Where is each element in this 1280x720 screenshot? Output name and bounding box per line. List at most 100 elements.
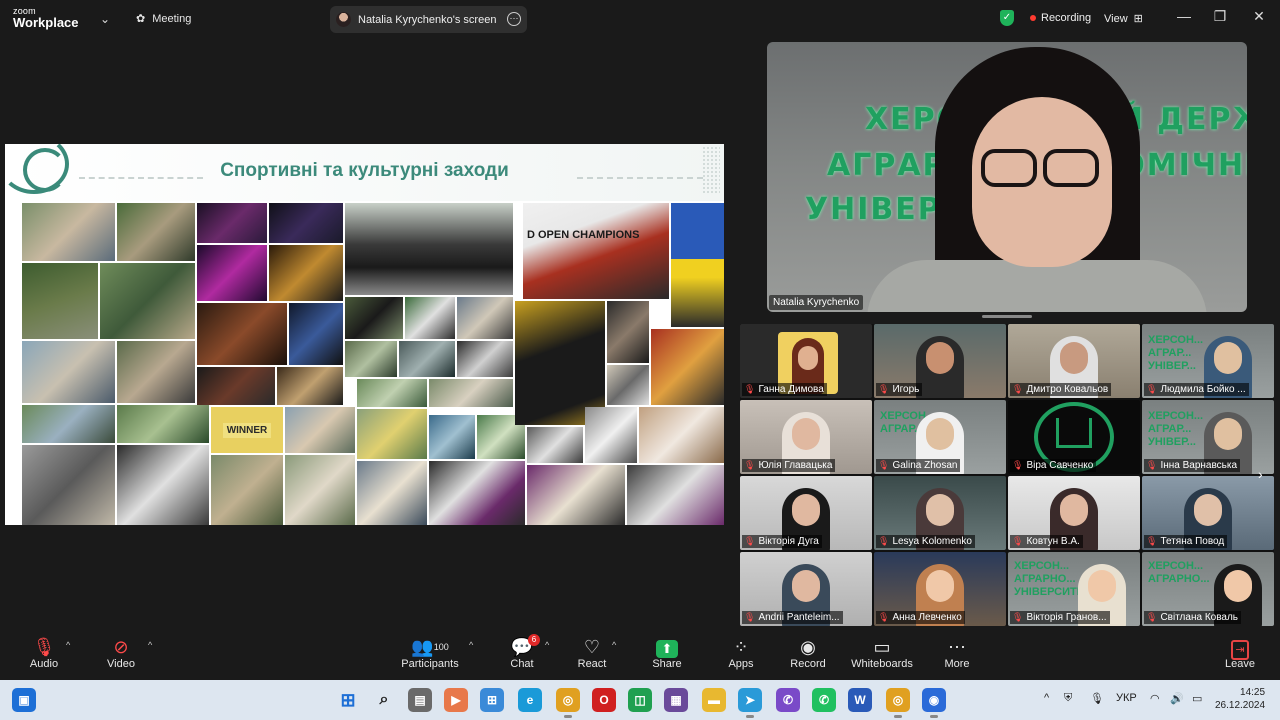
language-indicator[interactable]: УКР	[1116, 692, 1137, 704]
battery-icon[interactable]: ▭	[1192, 692, 1202, 705]
event-photo	[117, 203, 195, 261]
wifi-icon[interactable]: ◠	[1150, 692, 1160, 705]
mic-muted-icon: 🎙	[878, 612, 890, 622]
recording-indicator[interactable]: Recording	[1030, 12, 1091, 24]
show-hidden-icons-icon[interactable]: ^	[1044, 692, 1049, 704]
react-button[interactable]: ♡ React	[576, 636, 608, 670]
resize-handle[interactable]	[982, 315, 1032, 318]
mic-muted-icon: 🎙	[1012, 384, 1024, 394]
participant-tile[interactable]: 🎙 Дмитро Ковальов	[1008, 324, 1140, 398]
next-page-arrow-icon[interactable]: ›	[1258, 466, 1263, 482]
more-button[interactable]: ⋯ More	[942, 636, 972, 670]
edge-icon[interactable]: e	[518, 688, 542, 712]
chat-button[interactable]: 💬 6 Chat	[506, 634, 540, 670]
participant-tile[interactable]: ХЕРСОН... АГРАРНО... УНІВЕРСИТЕ... 🎙 Віктор…	[1008, 552, 1140, 626]
save-app-icon[interactable]: ▦	[664, 688, 688, 712]
audio-button[interactable]: 🎙 Audio	[28, 636, 60, 670]
apps-button[interactable]: ⁘ Apps	[726, 636, 756, 670]
winner-photo: WINNER	[211, 407, 283, 453]
word-icon[interactable]: W	[848, 688, 872, 712]
whiteboards-button[interactable]: ▭ Whiteboards	[850, 636, 914, 670]
leave-button[interactable]: ⇥ Leave	[1224, 636, 1256, 670]
green-app-icon[interactable]: ◫	[628, 688, 652, 712]
react-caret-icon[interactable]: ^	[612, 640, 616, 650]
video-button[interactable]: ⊘ Video	[104, 636, 138, 670]
security-shield-icon[interactable]: ✓	[1000, 10, 1014, 26]
event-photo	[211, 455, 283, 525]
close-icon[interactable]: ✕	[1249, 8, 1269, 25]
event-photo	[269, 203, 343, 243]
video-options-caret-icon[interactable]: ^	[148, 640, 152, 650]
mic-muted-icon: 🎙	[744, 384, 756, 394]
participant-tile[interactable]: 🎙 Юлія Главацька	[740, 400, 872, 474]
system-clock[interactable]: 14:25 26.12.2024	[1215, 686, 1265, 712]
chat-caret-icon[interactable]: ^	[545, 640, 549, 650]
chrome-icon[interactable]: ◎	[556, 688, 580, 718]
telegram-icon[interactable]: ➤	[738, 688, 762, 718]
zoom-taskbar-icon[interactable]: ◉	[922, 688, 946, 718]
event-photo	[429, 461, 525, 525]
video-off-icon: ⊘	[113, 637, 129, 657]
task-view-icon[interactable]: ▤	[408, 688, 432, 712]
media-player-icon[interactable]: ▶	[444, 688, 468, 712]
mic-muted-icon: 🎙	[744, 612, 756, 622]
volume-icon[interactable]: 🔊	[1170, 692, 1184, 705]
participant-tile[interactable]: 🎙 Анна Левченко	[874, 552, 1006, 626]
minimize-icon[interactable]: —	[1174, 8, 1194, 24]
event-photo	[269, 245, 343, 301]
participant-tile[interactable]: ХЕРСОН... АГРАРНО... 🎙 Світлана Коваль	[1142, 552, 1274, 626]
mic-muted-icon: 🎙	[1012, 460, 1024, 470]
event-photo	[197, 203, 267, 243]
event-photo	[197, 367, 275, 405]
participant-tile[interactable]: 🎙 Вікторія Дуга	[740, 476, 872, 550]
event-photo	[357, 409, 427, 459]
app-menu-chevron-icon[interactable]: ⌄	[100, 12, 110, 26]
audio-options-caret-icon[interactable]: ^	[66, 640, 70, 650]
record-button[interactable]: ◉ Record	[788, 636, 828, 670]
start-icon[interactable]: ⊞	[336, 688, 360, 712]
share-button[interactable]: ⬆ Share	[650, 636, 684, 670]
participant-tile[interactable]: 🎙 Ковтун В.А.	[1008, 476, 1140, 550]
more-options-icon[interactable]: ···	[507, 12, 521, 26]
viber-icon[interactable]: ✆	[776, 688, 800, 712]
screen-share-indicator[interactable]: Natalia Kyrychenko's screen ···	[330, 6, 527, 33]
participant-tile[interactable]: 🎙 Игорь	[874, 324, 1006, 398]
event-photo	[527, 427, 583, 463]
participant-tile[interactable]: 🎙 Тетяна Повод	[1142, 476, 1274, 550]
participant-tile[interactable]: 🎙 Віра Савченко	[1008, 400, 1140, 474]
participant-tile[interactable]: 🎙 Andrii Panteleim...	[740, 552, 872, 626]
widgets-icon[interactable]: ▣	[12, 688, 36, 712]
participant-tile[interactable]: ХЕРСОН... АГРАР... УНІВЕР... 🎙 Інна Варнавс…	[1142, 400, 1274, 474]
event-photo	[22, 263, 98, 339]
event-photo	[22, 405, 115, 443]
whatsapp-icon[interactable]: ✆	[812, 688, 836, 712]
defender-icon[interactable]: ⛨	[1064, 692, 1072, 705]
participant-tile[interactable]: 🎙 Ганна Димова	[740, 324, 872, 398]
mic-muted-icon: 🎙	[32, 637, 56, 657]
participant-tile[interactable]: ХЕРСОН... АГРАР... 🎙 Galina Zhosan	[874, 400, 1006, 474]
participant-tile[interactable]: 🎙 Lesya Kolomenko	[874, 476, 1006, 550]
event-photo	[197, 245, 267, 301]
store-icon[interactable]: ⊞	[480, 688, 504, 712]
event-photo	[277, 367, 343, 405]
event-photo	[585, 407, 637, 463]
heart-icon: ♡	[583, 637, 601, 657]
microphone-tray-icon[interactable]: 🎙	[1090, 692, 1104, 705]
grid-icon: ⊞	[1133, 13, 1143, 25]
restore-icon[interactable]: ❐	[1210, 8, 1230, 25]
view-button[interactable]: View ⊞	[1104, 12, 1143, 26]
presenter-avatar	[336, 12, 351, 27]
meeting-info-button[interactable]: ✿ Meeting	[136, 12, 191, 26]
opera-icon[interactable]: O	[592, 688, 616, 712]
file-explorer-icon[interactable]: ▬	[702, 688, 726, 712]
event-photo	[22, 341, 115, 403]
share-screen-icon: ⬆	[656, 640, 678, 658]
chrome-profile-icon[interactable]: ◎	[886, 688, 910, 718]
participants-button[interactable]: 👥100 Participants	[400, 636, 460, 670]
participants-caret-icon[interactable]: ^	[469, 640, 473, 650]
event-photo	[627, 465, 724, 525]
event-photo	[22, 203, 115, 261]
active-speaker-video[interactable]: ХЕРСОНСЬКИЙ ДЕРЖАВНИЙ АГРАРНО-ЕКОНОМІЧНИ…	[767, 42, 1247, 312]
participant-tile[interactable]: ХЕРСОН... АГРАР... УНІВЕР... 🎙 Людмила Бойк…	[1142, 324, 1274, 398]
search-icon[interactable]: ⌕	[372, 688, 396, 712]
